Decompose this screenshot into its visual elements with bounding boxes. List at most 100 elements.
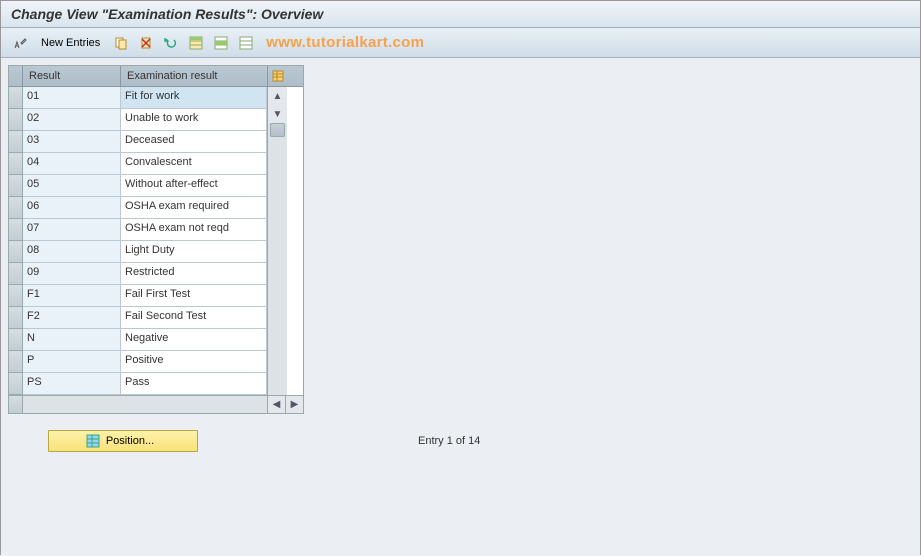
table-row: 07OSHA exam not reqd (9, 219, 267, 241)
cell-result[interactable]: 01 (23, 87, 121, 109)
entry-status: Entry 1 of 14 (418, 435, 480, 447)
cell-result[interactable]: 05 (23, 175, 121, 197)
table-row: 01Fit for work (9, 87, 267, 109)
position-label: Position... (106, 435, 154, 447)
watermark-text: www.tutorialkart.com (266, 34, 424, 51)
cell-result[interactable]: 03 (23, 131, 121, 153)
cell-result[interactable]: 07 (23, 219, 121, 241)
scroll-up-button[interactable]: ▲ (269, 87, 287, 105)
deselect-all-button[interactable] (235, 32, 257, 54)
cell-result[interactable]: 06 (23, 197, 121, 219)
select-block-button[interactable] (210, 32, 232, 54)
header-bar: Change View "Examination Results": Overv… (1, 1, 920, 28)
row-selector[interactable] (9, 219, 23, 241)
row-selector[interactable] (9, 285, 23, 307)
table-deselect-icon (239, 36, 253, 50)
cell-exam[interactable]: OSHA exam required (121, 197, 267, 219)
position-button[interactable]: Position... (48, 430, 198, 452)
cell-result[interactable]: 04 (23, 153, 121, 175)
cell-result[interactable]: F1 (23, 285, 121, 307)
table-row: PPositive (9, 351, 267, 373)
table-row: 05Without after-effect (9, 175, 267, 197)
cell-result[interactable]: PS (23, 373, 121, 395)
row-selector[interactable] (9, 197, 23, 219)
row-selector[interactable] (9, 373, 23, 395)
pencil-glasses-icon (13, 36, 27, 50)
table-config-icon (272, 70, 284, 82)
cell-exam[interactable]: Unable to work (121, 109, 267, 131)
cell-exam[interactable]: Positive (121, 351, 267, 373)
cell-result[interactable]: N (23, 329, 121, 351)
row-selector[interactable] (9, 87, 23, 109)
row-selector[interactable] (9, 351, 23, 373)
select-all-handle[interactable] (9, 66, 23, 86)
delete-button[interactable] (135, 32, 157, 54)
hscroll-track[interactable] (23, 396, 267, 413)
scroll-left-button[interactable]: ◀ (267, 396, 285, 413)
cell-exam[interactable]: Negative (121, 329, 267, 351)
undo-icon (164, 36, 178, 50)
edit-toggle-button[interactable] (9, 32, 31, 54)
cell-exam[interactable]: Without after-effect (121, 175, 267, 197)
new-entries-label: New Entries (41, 37, 100, 49)
position-icon (86, 434, 100, 448)
cell-result[interactable]: 08 (23, 241, 121, 263)
table-settings-button[interactable] (267, 66, 287, 86)
copy-icon (114, 36, 128, 50)
row-selector[interactable] (9, 307, 23, 329)
undo-button[interactable] (160, 32, 182, 54)
cell-exam[interactable]: Restricted (121, 263, 267, 285)
table-row: 08Light Duty (9, 241, 267, 263)
cell-result[interactable]: P (23, 351, 121, 373)
table-row: 03Deceased (9, 131, 267, 153)
page-title: Change View "Examination Results": Overv… (11, 6, 910, 22)
table-select-all-icon (189, 36, 203, 50)
footer-row: Position... Entry 1 of 14 (8, 430, 913, 452)
table-header: Result Examination result (9, 66, 303, 87)
table-row: NNegative (9, 329, 267, 351)
scroll-right-button[interactable]: ▶ (285, 396, 303, 413)
table-body: 01Fit for work02Unable to work03Deceased… (9, 87, 267, 395)
table-row: 06OSHA exam required (9, 197, 267, 219)
vertical-scrollbar[interactable]: ▲ ▼ (267, 87, 287, 395)
cell-exam[interactable]: Convalescent (121, 153, 267, 175)
column-header-result[interactable]: Result (23, 66, 121, 86)
row-selector[interactable] (9, 153, 23, 175)
delete-icon (139, 36, 153, 50)
table-row: PSPass (9, 373, 267, 395)
footer-corner (9, 396, 23, 413)
scroll-down-button[interactable]: ▼ (269, 105, 287, 123)
cell-result[interactable]: F2 (23, 307, 121, 329)
table-row: 09Restricted (9, 263, 267, 285)
row-selector[interactable] (9, 329, 23, 351)
table-row: 04Convalescent (9, 153, 267, 175)
table-row: 02Unable to work (9, 109, 267, 131)
column-header-exam[interactable]: Examination result (121, 66, 267, 86)
toolbar: New Entries www.tutorialkart.com (1, 28, 920, 58)
scrollbar-thumb[interactable] (270, 123, 285, 137)
cell-exam[interactable]: Light Duty (121, 241, 267, 263)
copy-button[interactable] (110, 32, 132, 54)
content-area: Result Examination result 01Fit for work… (1, 58, 920, 556)
table-row: F1Fail First Test (9, 285, 267, 307)
cell-exam[interactable]: Pass (121, 373, 267, 395)
cell-exam[interactable]: Fit for work (121, 87, 267, 109)
new-entries-button[interactable]: New Entries (34, 32, 107, 54)
scrollbar-track[interactable] (268, 123, 287, 395)
cell-result[interactable]: 02 (23, 109, 121, 131)
cell-exam[interactable]: OSHA exam not reqd (121, 219, 267, 241)
horizontal-scrollbar: ◀ ▶ (9, 395, 303, 413)
select-all-button[interactable] (185, 32, 207, 54)
table-row: F2Fail Second Test (9, 307, 267, 329)
row-selector[interactable] (9, 109, 23, 131)
cell-exam[interactable]: Fail Second Test (121, 307, 267, 329)
row-selector[interactable] (9, 175, 23, 197)
row-selector[interactable] (9, 241, 23, 263)
row-selector[interactable] (9, 131, 23, 153)
results-table: Result Examination result 01Fit for work… (8, 65, 304, 414)
row-selector[interactable] (9, 263, 23, 285)
cell-exam[interactable]: Deceased (121, 131, 267, 153)
cell-result[interactable]: 09 (23, 263, 121, 285)
table-select-block-icon (214, 36, 228, 50)
cell-exam[interactable]: Fail First Test (121, 285, 267, 307)
